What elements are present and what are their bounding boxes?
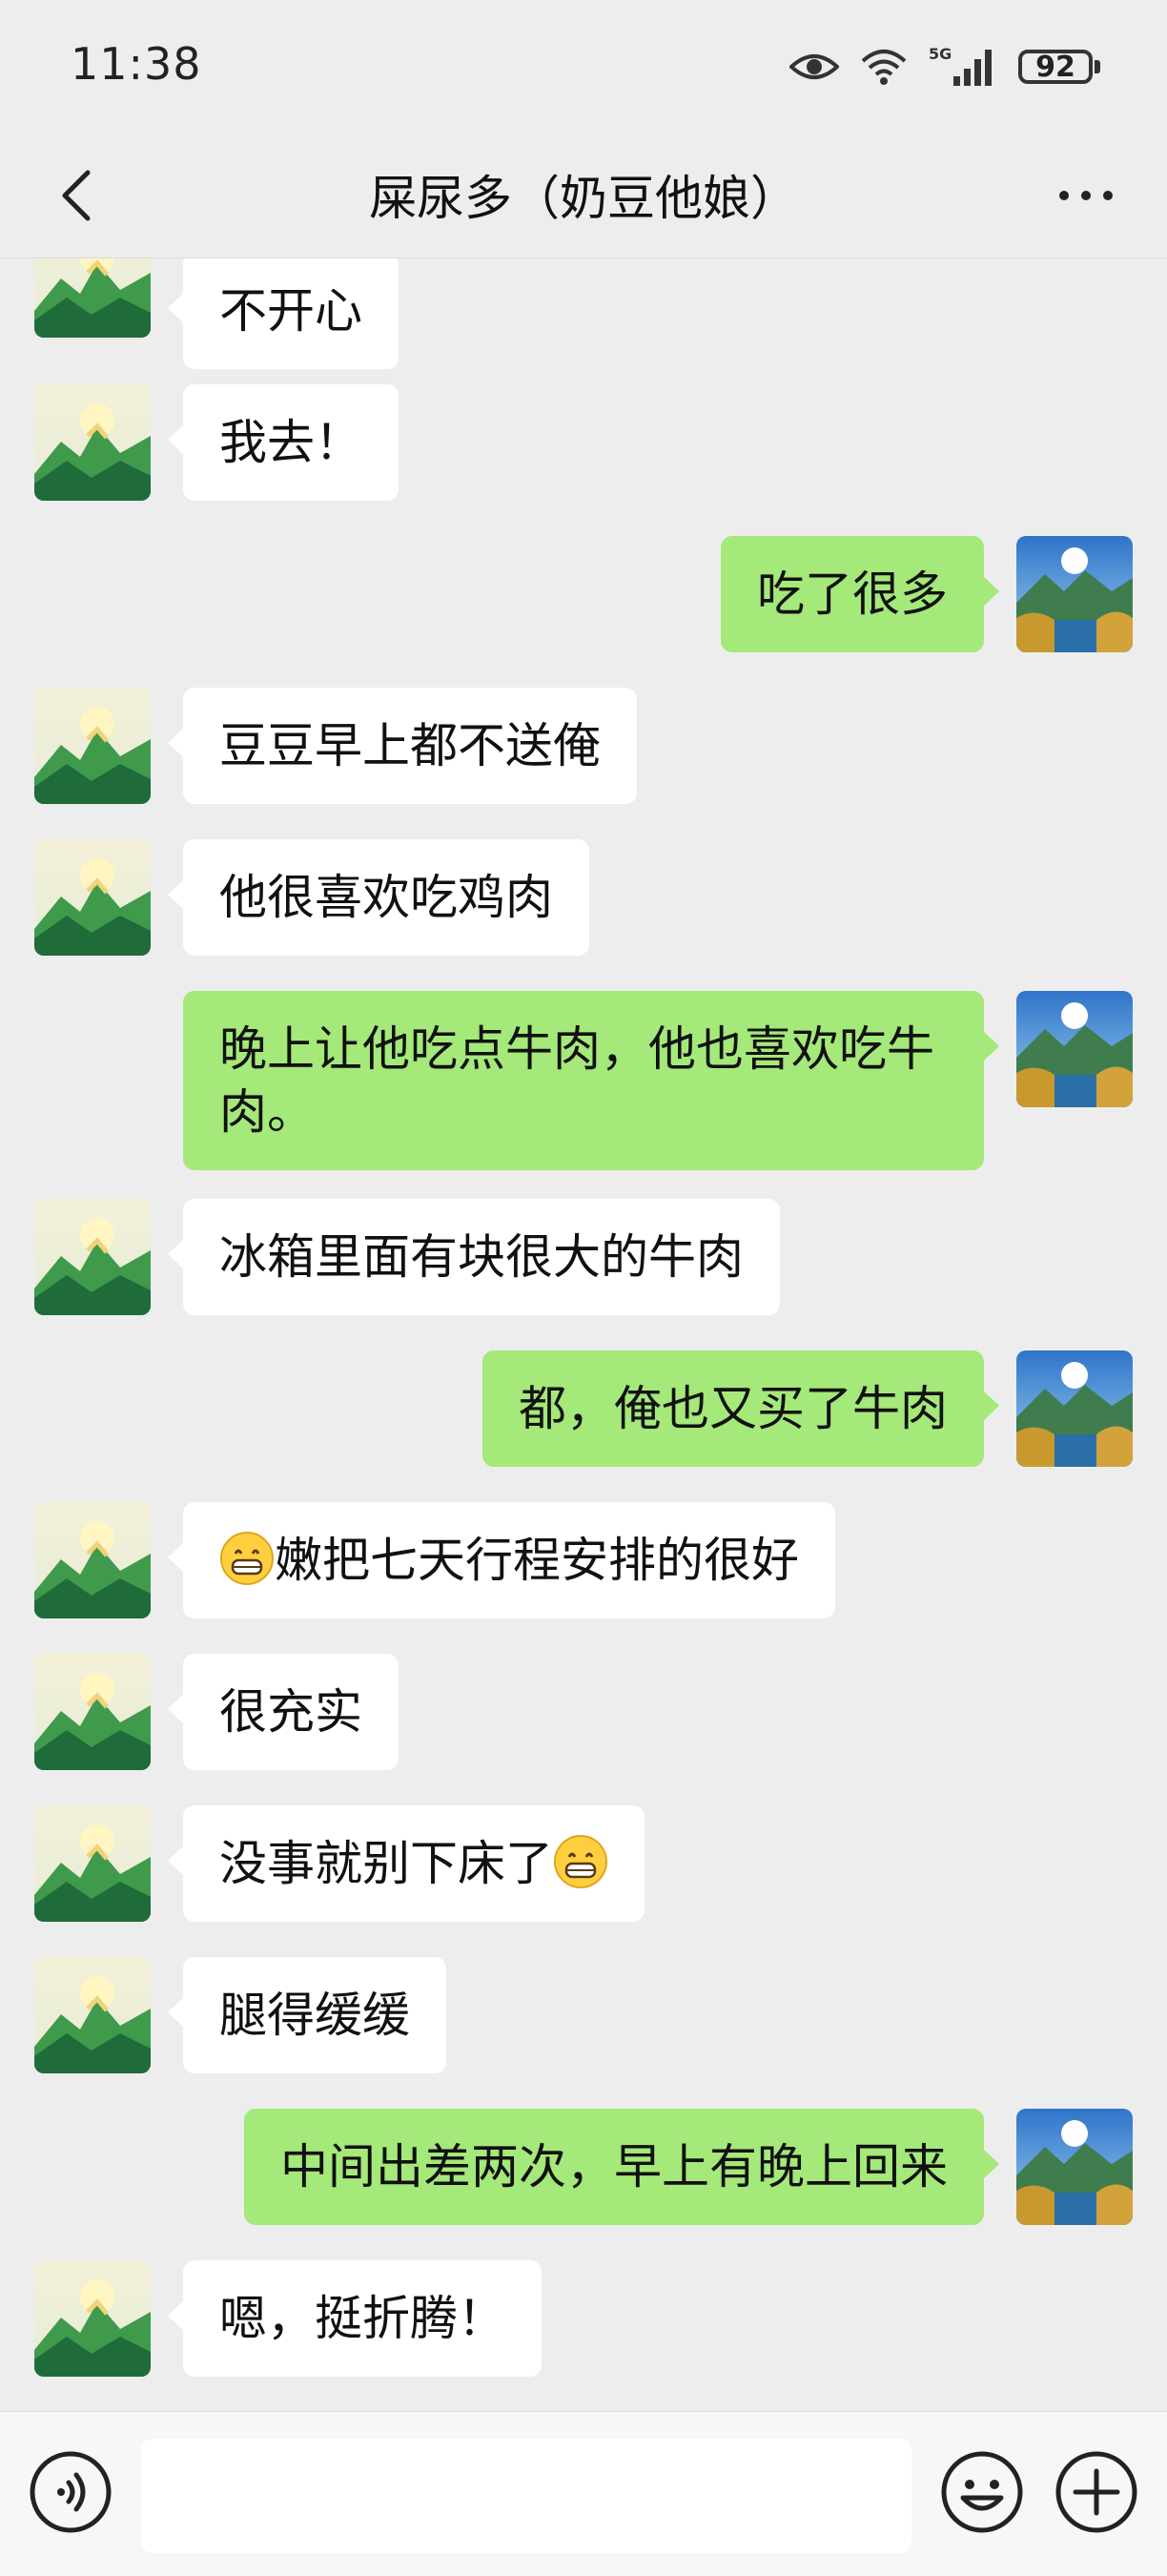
signal-5g-icon: 5G (929, 46, 997, 88)
contact-avatar[interactable] (34, 688, 151, 804)
contact-avatar[interactable] (34, 2260, 151, 2377)
message-bubble[interactable]: 都，俺也又买了牛肉 (482, 1350, 999, 1467)
more-button[interactable] (1043, 157, 1129, 234)
eye-icon (789, 50, 839, 84)
grin-emoji-icon (220, 1532, 274, 1585)
voice-icon (30, 2451, 112, 2533)
contact-avatar[interactable] (34, 1502, 151, 1618)
emoji-smile-icon (941, 2451, 1023, 2533)
message-bubble[interactable]: 很充实 (168, 1654, 399, 1770)
chat-header: 屎尿多（奶豆他娘） (0, 134, 1167, 258)
message-bubble[interactable]: 中间出差两次，早上有晚上回来 (244, 2109, 999, 2225)
grin-emoji-icon (554, 1835, 607, 1888)
status-time: 11:38 (71, 38, 202, 90)
message-bubble[interactable]: 嫩把七天行程安排的很好 (168, 1502, 835, 1618)
message-bubble[interactable]: 没事就别下床了 (168, 1805, 645, 1922)
battery-level: 92 (1018, 50, 1093, 84)
contact-avatar[interactable] (34, 839, 151, 956)
network-label: 5G (929, 46, 952, 63)
message-bubble[interactable]: 晚上让他吃点牛肉，他也喜欢吃牛肉。 (183, 991, 999, 1170)
message-bubble[interactable]: 腿得缓缓 (168, 1957, 446, 2073)
message-bubble[interactable]: 吃了很多 (721, 536, 999, 652)
my-avatar[interactable] (1016, 991, 1133, 1107)
plus-button[interactable] (1054, 2450, 1138, 2534)
emoji-button[interactable] (940, 2450, 1024, 2534)
status-icons: 5G 92 (789, 44, 1100, 90)
my-avatar[interactable] (1016, 1350, 1133, 1467)
contact-avatar[interactable] (34, 258, 151, 338)
contact-avatar[interactable] (34, 1805, 151, 1922)
contact-avatar[interactable] (34, 1957, 151, 2073)
input-bar (0, 2411, 1167, 2576)
my-avatar[interactable] (1016, 2109, 1133, 2225)
message-bubble[interactable]: 冰箱里面有块很大的牛肉 (168, 1199, 780, 1315)
message-input[interactable] (141, 2439, 911, 2553)
status-bar: 11:38 5G 92 (0, 0, 1167, 134)
contact-avatar[interactable] (34, 1199, 151, 1315)
plus-circle-icon (1055, 2451, 1137, 2533)
message-bubble[interactable]: 豆豆早上都不送俺 (168, 688, 637, 804)
wifi-icon (860, 48, 908, 86)
message-bubble[interactable]: 他很喜欢吃鸡肉 (168, 839, 589, 956)
voice-button[interactable] (29, 2450, 113, 2534)
battery-icon: 92 (1018, 50, 1100, 84)
my-avatar[interactable] (1016, 536, 1133, 652)
message-bubble[interactable]: 嗯，挺折腾！ (168, 2260, 542, 2377)
more-dots-icon (1059, 191, 1113, 200)
chat-title: 屎尿多（奶豆他娘） (369, 171, 798, 226)
message-bubble[interactable]: 不开心 (168, 258, 399, 369)
message-list[interactable]: 不开心 我去！ 吃了很多 豆豆早上都不送俺 他很喜欢吃鸡肉 晚上让他吃点牛肉，他… (0, 258, 1167, 2411)
contact-avatar[interactable] (34, 1654, 151, 1770)
message-text: 嫩把七天行程安排的很好 (275, 1533, 799, 1588)
contact-avatar[interactable] (34, 384, 151, 501)
message-text: 没事就别下床了 (219, 1836, 553, 1891)
message-bubble[interactable]: 我去！ (168, 384, 399, 501)
